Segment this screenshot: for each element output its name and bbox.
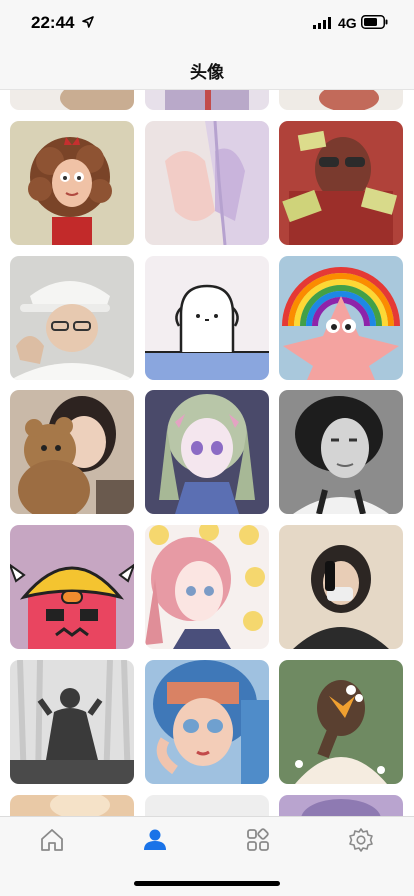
tab-home[interactable] xyxy=(39,827,65,853)
patrick-star-rainbow-image xyxy=(279,256,403,380)
battery-icon xyxy=(361,15,388,29)
avatar-tile-8[interactable] xyxy=(145,390,269,514)
white-cap-boy-image xyxy=(10,256,134,380)
status-time: 22:44 xyxy=(31,13,75,32)
avatar-tile-bottom-partial-1[interactable] xyxy=(10,795,134,816)
avatar-tile-bottom-partial-2[interactable] xyxy=(145,795,269,816)
location-arrow-icon xyxy=(82,16,94,28)
avatar-grid[interactable] xyxy=(0,90,414,816)
mirror-selfie-girl-image xyxy=(279,525,403,649)
home-indicator xyxy=(134,881,280,886)
avatar-tile-top-partial-3[interactable] xyxy=(279,90,403,110)
avatar-tile-top-partial-1[interactable] xyxy=(10,90,134,110)
nav-bar: 头像 xyxy=(0,44,414,90)
status-bar: 22:44 4G xyxy=(0,0,414,44)
person-icon xyxy=(144,829,166,850)
avatar-tile-bottom-partial-3[interactable] xyxy=(279,795,403,816)
avatar-tile-11[interactable] xyxy=(145,525,269,649)
gear-icon xyxy=(349,828,373,852)
avatar-tile-9[interactable] xyxy=(279,390,403,514)
tab-categories[interactable] xyxy=(245,827,271,853)
avatar-tile-3[interactable] xyxy=(279,121,403,245)
avatar-tile-14[interactable] xyxy=(145,660,269,784)
avatar-tile-2[interactable] xyxy=(145,121,269,245)
signal-icon xyxy=(313,17,331,29)
network-label: 4G xyxy=(338,15,357,31)
avatar-tile-5[interactable] xyxy=(145,256,269,380)
curly-hair-girl-image xyxy=(10,121,134,245)
tab-avatar[interactable] xyxy=(142,827,168,853)
avatar-tile-10[interactable] xyxy=(10,525,134,649)
hands-anime-illustration-image xyxy=(145,121,269,245)
tab-settings[interactable] xyxy=(348,827,374,853)
page-title: 头像 xyxy=(190,63,224,82)
avatar-tile-6[interactable] xyxy=(279,256,403,380)
cartoon-chick-hat-image xyxy=(10,525,134,649)
blue-hair-anime-girl-image xyxy=(145,660,269,784)
black-white-woman-portrait-image xyxy=(279,390,403,514)
avatar-tile-top-partial-2[interactable] xyxy=(145,90,269,110)
avatar-tile-12[interactable] xyxy=(279,525,403,649)
girl-with-flower-hair-image xyxy=(279,660,403,784)
girl-with-teddy-bear-image xyxy=(10,390,134,514)
avatar-tile-7[interactable] xyxy=(10,390,134,514)
home-icon xyxy=(41,829,63,851)
silhouette-by-window-image xyxy=(10,660,134,784)
pink-hair-anime-girl-image xyxy=(145,525,269,649)
anime-girl-purple-eyes-image xyxy=(145,390,269,514)
avatar-tile-4[interactable] xyxy=(10,256,134,380)
avatar-tile-1[interactable] xyxy=(10,121,134,245)
white-blob-cartoon-image xyxy=(145,256,269,380)
avatar-tile-13[interactable] xyxy=(10,660,134,784)
grid-icon xyxy=(247,828,269,851)
sunglasses-money-character-image xyxy=(279,121,403,245)
avatar-tile-15[interactable] xyxy=(279,660,403,784)
